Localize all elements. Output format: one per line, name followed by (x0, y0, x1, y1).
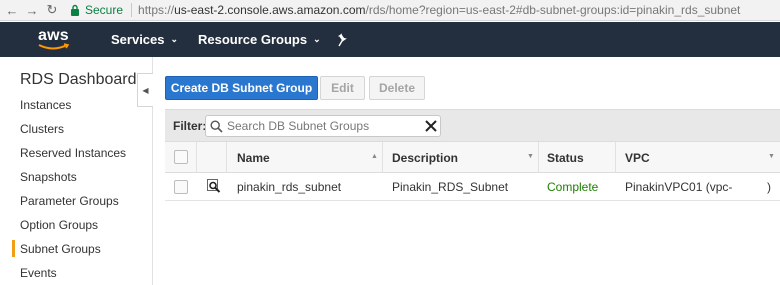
cell-vpc-suffix: ) (767, 180, 771, 194)
chevron-down-icon: ⌄ (170, 34, 179, 44)
search-icon (210, 120, 223, 133)
cell-status: Complete (547, 180, 599, 194)
services-label: Services (111, 32, 165, 47)
column-header-description[interactable]: Description (392, 151, 458, 165)
search-box[interactable] (205, 115, 441, 137)
sidebar-collapse-button[interactable]: ◀ (137, 73, 153, 107)
edit-button[interactable]: Edit (320, 76, 365, 100)
delete-button[interactable]: Delete (369, 76, 425, 100)
sidebar-item-subnet-groups[interactable]: Subnet Groups (20, 242, 101, 256)
sidebar-item-events[interactable]: Events (20, 266, 57, 280)
sidebar-item-snapshots[interactable]: Snapshots (20, 170, 77, 184)
active-item-indicator (12, 240, 15, 257)
chevron-down-icon: ⌄ (313, 34, 321, 44)
column-divider (382, 142, 383, 173)
column-divider (196, 142, 197, 173)
filter-label: Filter: (173, 119, 207, 133)
column-header-vpc[interactable]: VPC (625, 151, 650, 165)
sidebar-item-parameter-groups[interactable]: Parameter Groups (20, 194, 119, 208)
create-db-subnet-group-button[interactable]: Create DB Subnet Group (165, 76, 318, 100)
aws-logo[interactable]: aws (37, 24, 73, 54)
select-all-checkbox[interactable] (174, 150, 188, 164)
browser-address-bar: ← → ↻ Secure https://us-east-2.console.a… (0, 0, 780, 21)
url-path: /rds/home?region=us-east-2#db-subnet-gro… (365, 3, 741, 17)
sidebar-item-clusters[interactable]: Clusters (20, 122, 64, 136)
resource-groups-menu[interactable]: Resource Groups ⌄ (198, 22, 321, 57)
column-divider (538, 142, 539, 173)
column-divider (226, 142, 227, 173)
resource-groups-label: Resource Groups (198, 32, 308, 47)
back-arrow-icon[interactable]: ← (2, 0, 22, 21)
filter-bar: Filter: (165, 109, 780, 141)
services-menu[interactable]: Services ⌄ (111, 22, 178, 57)
row-checkbox[interactable] (174, 180, 188, 194)
sort-icon[interactable]: ▼ (527, 153, 534, 160)
sort-ascending-icon[interactable]: ▲ (371, 153, 378, 160)
cell-description: Pinakin_RDS_Subnet (392, 180, 509, 194)
reload-icon[interactable]: ↻ (42, 0, 62, 21)
column-header-name[interactable]: Name (237, 151, 270, 165)
sidebar-item-instances[interactable]: Instances (20, 98, 71, 112)
search-input[interactable] (227, 118, 417, 134)
pin-icon[interactable] (337, 33, 349, 47)
sidebar-item-reserved-instances[interactable]: Reserved Instances (20, 146, 126, 160)
details-magnifier-icon[interactable] (207, 179, 221, 193)
url-host: us-east-2.console.aws.amazon.com (174, 3, 366, 17)
table-header: Name ▲ Description ▼ Status VPC ▼ (165, 141, 780, 173)
lock-icon (70, 4, 80, 16)
sidebar: RDS Dashboard Instances Clusters Reserve… (0, 57, 153, 285)
clear-icon[interactable] (424, 119, 438, 133)
table-row[interactable]: pinakin_rds_subnet Pinakin_RDS_Subnet Co… (165, 173, 780, 201)
cell-name: pinakin_rds_subnet (237, 180, 342, 194)
url-scheme: https:// (138, 3, 175, 17)
sidebar-item-option-groups[interactable]: Option Groups (20, 218, 98, 232)
forward-arrow-icon[interactable]: → (22, 0, 42, 21)
cell-vpc: PinakinVPC01 (vpc- (625, 180, 733, 194)
chevron-left-icon: ◀ (142, 85, 149, 95)
url-separator (131, 3, 133, 17)
secure-label: Secure (85, 3, 124, 17)
sidebar-title[interactable]: RDS Dashboard (20, 71, 137, 89)
column-header-status[interactable]: Status (547, 151, 584, 165)
aws-top-nav: aws Services ⌄ Resource Groups ⌄ (0, 22, 780, 57)
column-divider (615, 142, 616, 173)
url-field[interactable]: https://us-east-2.console.aws.amazon.com… (138, 3, 740, 17)
aws-smile-icon (38, 43, 70, 50)
sort-icon[interactable]: ▼ (768, 153, 775, 160)
